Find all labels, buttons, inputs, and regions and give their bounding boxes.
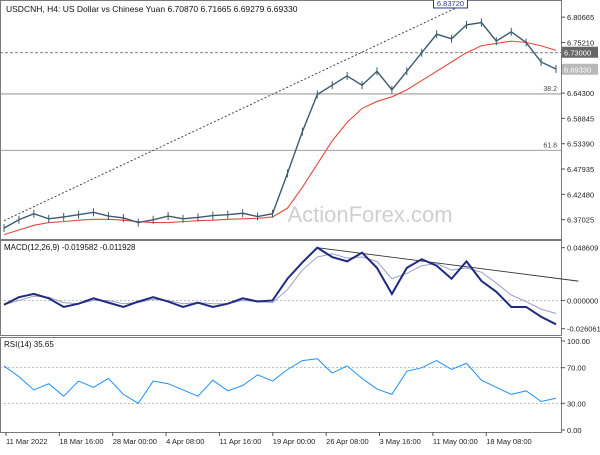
price-axis-label: 6.80665 [567,13,594,22]
rsi-panel: RSI(14) 35.65 100.00 70.00 30.00 0.00 [0,337,590,435]
time-axis-label: 11 May 00:00 [433,437,478,446]
time-axis-label: 11 Mar 2022 [6,437,48,446]
rsi-axis-label: 30.00 [567,399,586,408]
price-panel: USDCNH, H4: US Dollar vs Chinese Yuan 6.… [0,0,598,240]
rsi-title: RSI(14) 35.65 [4,340,54,349]
high-price-badge-text: 6.83720 [437,0,464,8]
time-axis-label: 28 Mar 00:00 [113,437,157,446]
macd-panel: MACD(12,26,9) -0.019582 -0.011928 0.0486… [0,240,600,336]
price-axis-label: 6.64300 [567,89,594,98]
watermark: ActionForex.com [287,202,452,227]
macd-axis-label: -0.026061 [567,325,600,334]
symbol-label: USDCNH, H4: US Dollar vs Chinese Yuan 6.… [6,4,298,14]
price-badge-text: 6.69330 [564,66,591,75]
chart-canvas[interactable]: USDCNH, H4: US Dollar vs Chinese Yuan 6.… [0,0,600,450]
time-axis: 11 Mar 2022 18 Mar 16:00 28 Mar 00:00 4 Apr… [5,432,532,446]
price-panel-frame [0,0,562,240]
time-axis-label: 11 Apr 16:00 [219,437,261,446]
time-axis-label: 4 Apr 08:00 [166,437,204,446]
time-axis-label: 18 May 08:00 [486,437,531,446]
rsi-axis-label: 0.00 [567,426,582,435]
price-axis-label: 6.37025 [567,216,594,225]
rsi-panel-frame [0,337,562,433]
macd-axis-label: 0.000000 [567,296,598,305]
symbol-description: US Dollar vs Chinese Yuan [63,4,166,14]
fib-level-label: 38.2 [543,86,557,93]
macd-axis-label: 0.048609 [567,244,598,253]
rsi-axis-label: 70.00 [567,364,586,373]
price-axis-label: 6.42480 [567,190,594,199]
time-axis-label: 3 May 16:00 [380,437,421,446]
price-axis-label: 6.75210 [567,38,594,47]
rsi-axis-label: 100.00 [567,337,590,346]
price-badge-text: 6.73000 [564,49,591,58]
time-axis-label: 19 Apr 00:00 [273,437,316,446]
price-axis-label: 6.53390 [567,140,594,149]
macd-title: MACD(12,26,9) -0.019582 -0.011928 [4,243,136,252]
symbol-text: USDCNH, H4: [6,4,60,14]
fib-level-label: 61.8 [543,142,557,149]
time-axis-label: 18 Mar 16:00 [59,437,103,446]
price-axis-label: 6.47935 [567,165,594,174]
time-axis-label: 26 Apr 08:00 [326,437,369,446]
chart-window: USDCNH, H4: US Dollar vs Chinese Yuan 6.… [0,0,600,450]
price-axis-label: 6.58845 [567,114,594,123]
ohlc-values: 6.70870 6.71665 6.69279 6.69330 [167,4,297,14]
